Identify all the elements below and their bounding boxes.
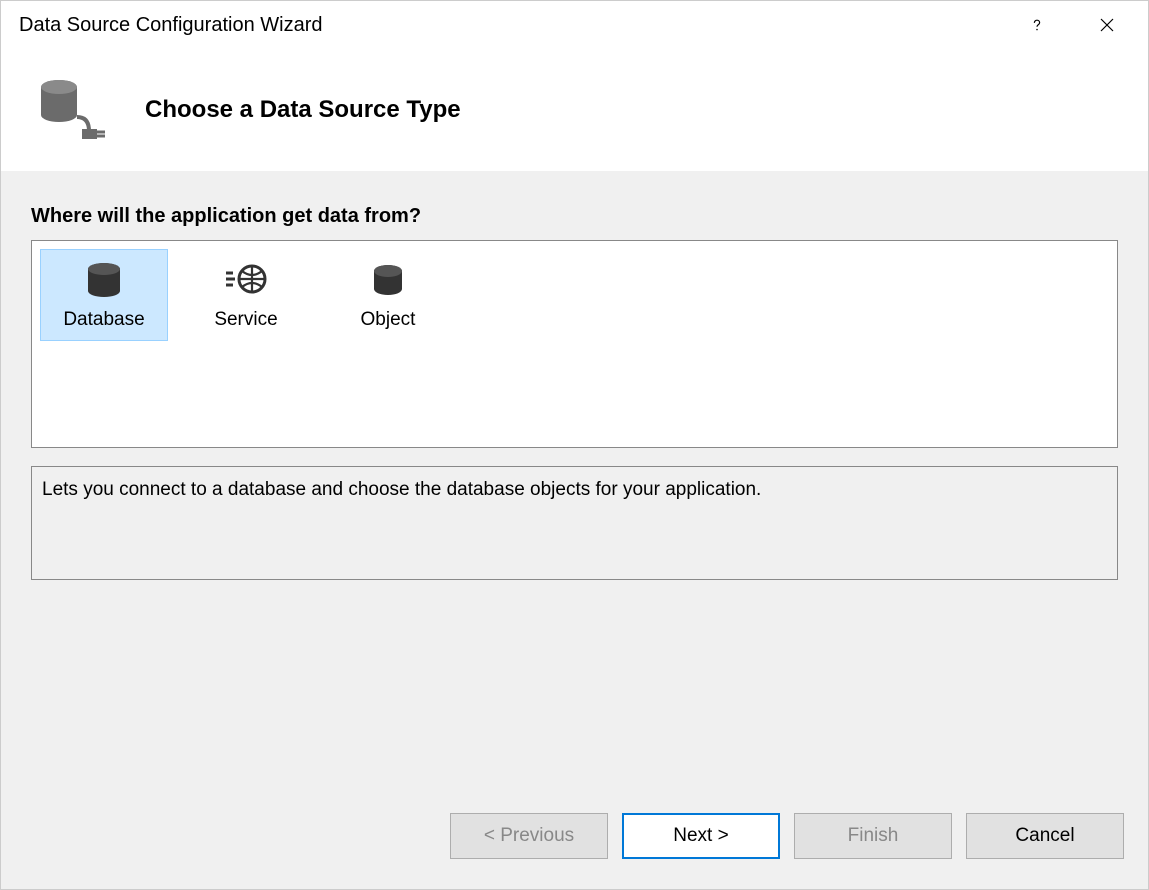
next-button[interactable]: Next > (622, 813, 780, 859)
wizard-header-icon (31, 71, 109, 149)
close-icon (1100, 18, 1114, 32)
window-title: Data Source Configuration Wizard (19, 14, 1014, 37)
service-icon (224, 259, 268, 303)
type-item-label: Service (214, 309, 277, 331)
title-bar: Data Source Configuration Wizard (1, 1, 1148, 49)
help-button[interactable] (1014, 7, 1060, 43)
database-plug-icon (31, 71, 109, 149)
close-button[interactable] (1084, 7, 1130, 43)
type-item-label: Object (361, 309, 416, 331)
wizard-header: Choose a Data Source Type (1, 49, 1148, 171)
step-title: Choose a Data Source Type (145, 96, 461, 124)
finish-button[interactable]: Finish (794, 813, 952, 859)
type-item-label: Database (63, 309, 144, 331)
content-prompt: Where will the application get data from… (31, 205, 1118, 228)
type-item-service[interactable]: Service (182, 249, 310, 341)
help-icon (1030, 18, 1044, 32)
description-text: Lets you connect to a database and choos… (42, 479, 761, 500)
object-icon (366, 259, 410, 303)
database-icon (82, 259, 126, 303)
wizard-footer: < Previous Next > Finish Cancel (1, 799, 1148, 889)
data-source-type-list: Database Service Object (31, 240, 1118, 448)
content-area: Where will the application get data from… (1, 171, 1148, 799)
previous-button[interactable]: < Previous (450, 813, 608, 859)
type-item-database[interactable]: Database (40, 249, 168, 341)
type-item-object[interactable]: Object (324, 249, 452, 341)
description-box: Lets you connect to a database and choos… (31, 466, 1118, 580)
cancel-button[interactable]: Cancel (966, 813, 1124, 859)
